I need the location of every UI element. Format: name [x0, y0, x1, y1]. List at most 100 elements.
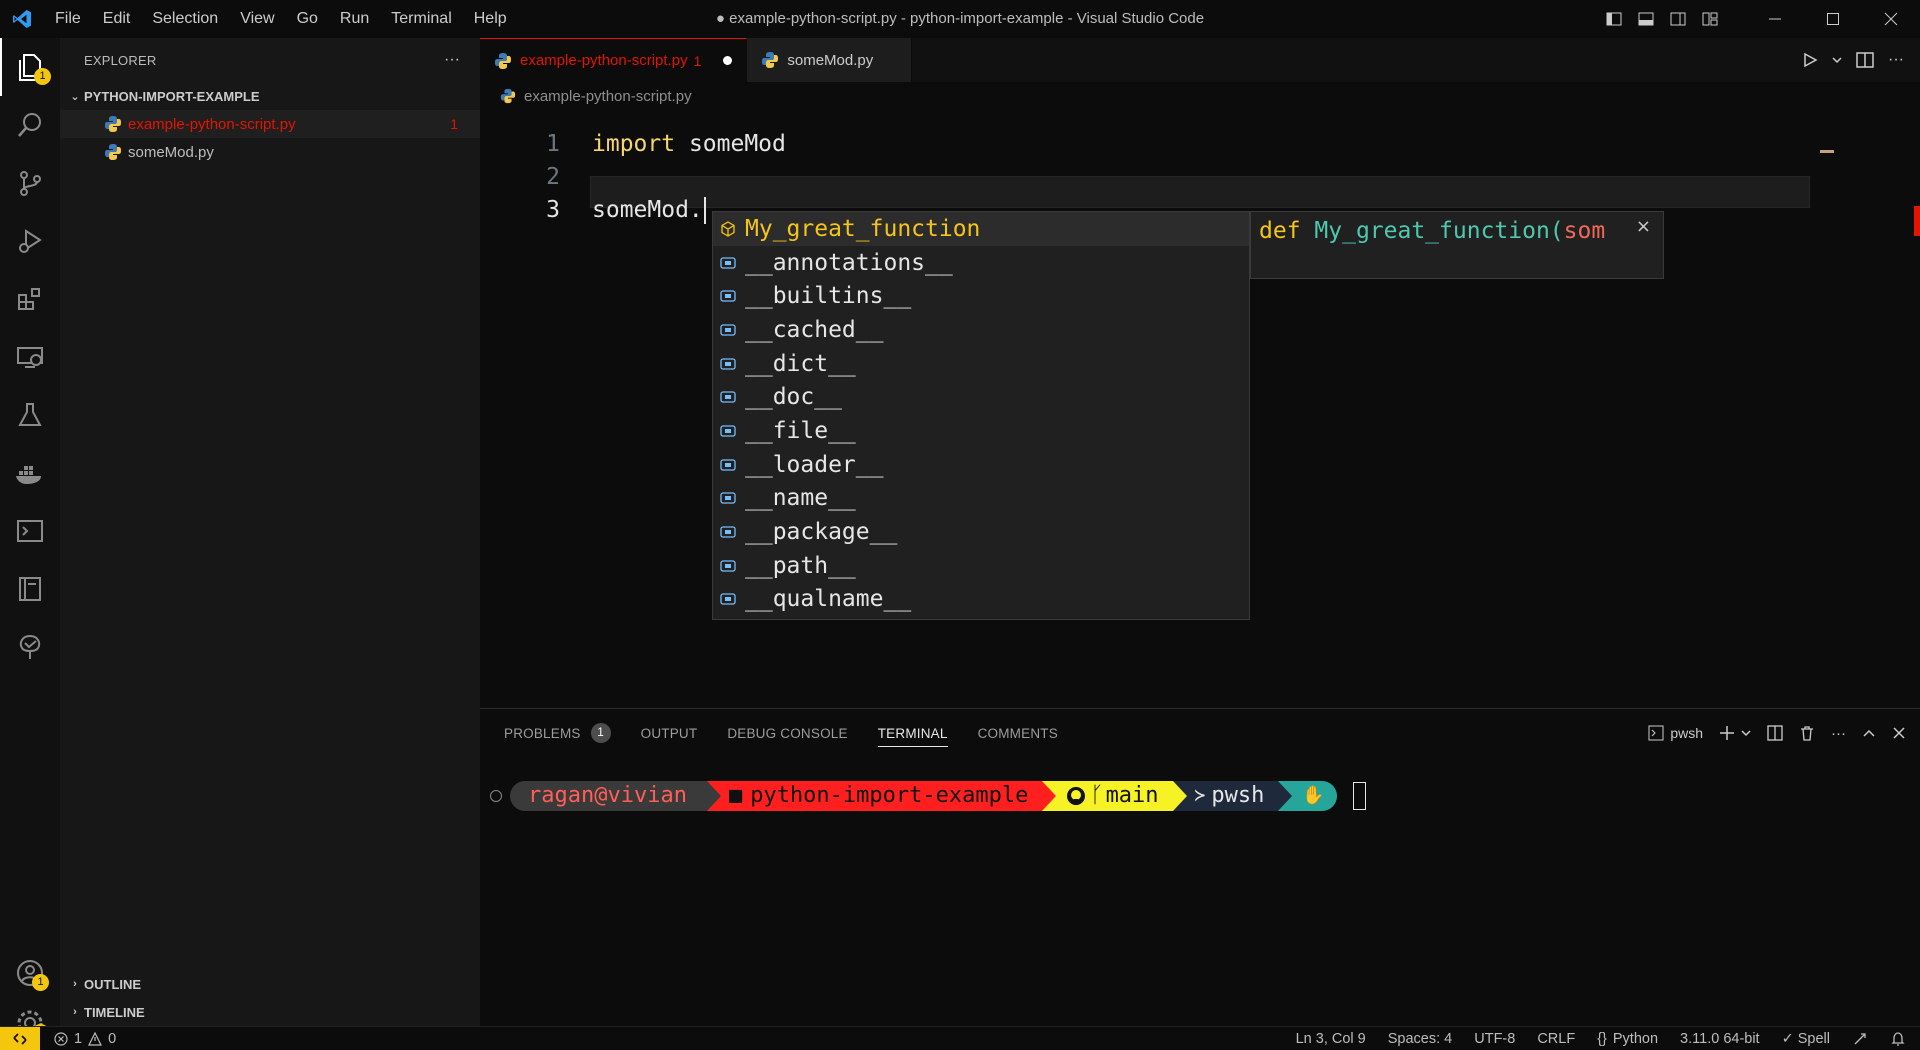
minimap-indicator [1820, 150, 1834, 153]
variable-icon [717, 555, 739, 577]
run-debug-icon[interactable] [0, 212, 60, 270]
chevron-down-icon[interactable] [1741, 728, 1751, 738]
spell-check[interactable]: ✓ Spell [1782, 1031, 1830, 1047]
suggestion-item[interactable]: __loader__ [713, 448, 1249, 482]
hand-icon: ✋ [1302, 785, 1325, 806]
more-actions-icon[interactable]: ··· [1888, 51, 1904, 69]
remote-explorer-icon[interactable] [0, 328, 60, 386]
toggle-secondary-sidebar-icon[interactable] [1662, 0, 1694, 38]
tab-label: someMod.py [787, 51, 874, 69]
maximize-icon[interactable] [1804, 0, 1862, 38]
menu-go[interactable]: Go [286, 0, 329, 38]
file-item-somemod[interactable]: someMod.py [60, 138, 480, 166]
close-panel-icon[interactable] [1892, 726, 1906, 740]
github-icon [1067, 787, 1086, 805]
outline-section-header[interactable]: › OUTLINE [60, 970, 480, 998]
tab-debug-console[interactable]: DEBUG CONSOLE [727, 709, 847, 757]
toggle-primary-sidebar-icon[interactable] [1598, 0, 1630, 38]
python-interpreter[interactable]: 3.11.0 64-bit [1680, 1031, 1760, 1047]
panel-actions: pwsh ··· [1648, 709, 1906, 757]
breadcrumb-file[interactable]: example-python-script.py [524, 88, 692, 105]
problems-status[interactable]: 1 0 [54, 1031, 116, 1047]
suggestion-item[interactable]: __builtins__ [713, 279, 1249, 313]
tab-example-python-script[interactable]: example-python-script.py 1 [480, 38, 748, 82]
trash-icon[interactable] [1799, 725, 1815, 741]
code-line[interactable]: 1 import someMod [480, 127, 1810, 161]
menu-help[interactable]: Help [463, 0, 518, 38]
tab-terminal[interactable]: TERMINAL [877, 709, 948, 757]
suggestion-item[interactable]: __dict__ [713, 347, 1249, 381]
tree-view-icon[interactable] [0, 618, 60, 676]
suggestion-item[interactable]: __annotations__ [713, 246, 1249, 280]
sidebar-header: EXPLORER ··· [60, 38, 480, 82]
menu-edit[interactable]: Edit [92, 0, 142, 38]
split-editor-icon[interactable] [1856, 52, 1874, 68]
suggestion-label: __file__ [745, 417, 856, 444]
folder-section-header[interactable]: ⌄ PYTHON-IMPORT-EXAMPLE [60, 82, 480, 110]
docker-icon[interactable] [0, 444, 60, 502]
tab-comments[interactable]: COMMENTS [978, 709, 1058, 757]
suggestion-item[interactable]: __package__ [713, 515, 1249, 549]
end-of-line[interactable]: CRLF [1537, 1031, 1575, 1047]
indentation[interactable]: Spaces: 4 [1388, 1031, 1453, 1047]
variable-icon [717, 487, 739, 509]
run-python-file-icon[interactable] [1802, 52, 1818, 68]
source-control-icon[interactable] [0, 154, 60, 212]
suggestion-item[interactable]: __path__ [713, 549, 1249, 583]
new-terminal-plus-icon[interactable] [1719, 725, 1735, 741]
feedback-icon[interactable] [1852, 1031, 1868, 1047]
customize-layout-icon[interactable] [1694, 0, 1726, 38]
menu-run[interactable]: Run [329, 0, 380, 38]
menu-selection[interactable]: Selection [141, 0, 229, 38]
cursor-position[interactable]: Ln 3, Col 9 [1296, 1031, 1366, 1047]
variable-icon [717, 353, 739, 375]
suggestion-item[interactable]: __cached__ [713, 313, 1249, 347]
suggestion-item[interactable]: __doc__ [713, 380, 1249, 414]
suggest-widget: My_great_function __annotations__ __buil… [712, 211, 1250, 620]
tab-problems[interactable]: PROBLEMS 1 [504, 709, 611, 757]
tab-output[interactable]: OUTPUT [641, 709, 698, 757]
minimize-icon[interactable] [1746, 0, 1804, 38]
notebook-icon[interactable] [0, 560, 60, 618]
suggestion-item[interactable]: My_great_function [713, 212, 1249, 246]
maximize-panel-icon[interactable] [1862, 726, 1876, 740]
file-item-example-python-script[interactable]: example-python-script.py 1 [60, 110, 480, 138]
search-icon[interactable] [0, 96, 60, 154]
explorer-icon[interactable]: 1 [0, 38, 60, 96]
menu-file[interactable]: File [44, 0, 92, 38]
menu-terminal[interactable]: Terminal [380, 0, 462, 38]
unsaved-dot-icon[interactable] [723, 56, 733, 65]
remote-indicator-icon[interactable] [0, 1026, 40, 1050]
suggestion-item[interactable]: __qualname__ [713, 583, 1249, 617]
terminal-shell-label: pwsh [1670, 725, 1703, 741]
terminal-selector[interactable]: pwsh [1648, 725, 1703, 741]
extensions-icon[interactable] [0, 270, 60, 328]
notifications-bell-icon[interactable] [1890, 1031, 1906, 1047]
editor-tabs: example-python-script.py 1 someMod.py [480, 38, 1920, 82]
outline-label: OUTLINE [84, 976, 142, 992]
code-line[interactable]: 2 [480, 160, 1810, 194]
language-mode[interactable]: {} Python [1597, 1031, 1658, 1047]
tab-somemod[interactable]: someMod.py [747, 38, 913, 82]
suggestion-item[interactable]: __name__ [713, 482, 1249, 516]
menu-view[interactable]: View [229, 0, 285, 38]
close-details-icon[interactable]: × [1636, 216, 1651, 237]
variable-icon [717, 285, 739, 307]
terminal-prompt[interactable]: ragan@vivian ■ python-import-example ᚴ m… [490, 779, 1366, 813]
split-terminal-icon[interactable] [1767, 725, 1783, 741]
overview-ruler-error-mark [1914, 206, 1920, 236]
timeline-section-header[interactable]: › TIMELINE [60, 998, 480, 1026]
more-actions-icon[interactable]: ··· [444, 51, 460, 69]
chevron-down-icon[interactable] [1832, 55, 1842, 65]
suggestion-item[interactable]: __file__ [713, 414, 1249, 448]
timeline-label: TIMELINE [84, 1004, 145, 1020]
variable-icon [717, 420, 739, 442]
prompt-path-segment: ■ python-import-example [706, 781, 1057, 811]
identifier: someMod. [592, 197, 703, 223]
more-actions-icon[interactable]: ··· [1831, 725, 1846, 742]
encoding[interactable]: UTF-8 [1474, 1031, 1515, 1047]
toggle-panel-icon[interactable] [1630, 0, 1662, 38]
testing-icon[interactable] [0, 386, 60, 444]
terminal-view-icon[interactable] [0, 502, 60, 560]
close-window-icon[interactable] [1862, 0, 1920, 38]
